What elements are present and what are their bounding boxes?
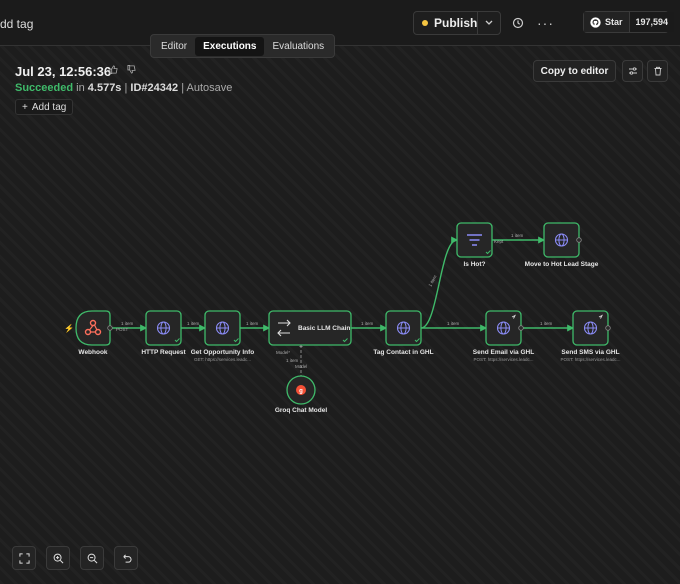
edge-tag-ishot[interactable] <box>420 236 459 329</box>
node-label: Send SMS via GHL <box>561 349 619 356</box>
zoom-out-button[interactable] <box>80 546 104 570</box>
node-label: Move to Hot Lead Stage <box>525 261 599 268</box>
node-send-email[interactable]: Send Email via GHL POST: https://service… <box>473 310 534 362</box>
svg-text:g: g <box>299 389 303 395</box>
node-label: Is Hot? <box>463 261 485 268</box>
edge-label: 1 item <box>121 321 134 326</box>
node-subtitle: POST: https://services.leadc... <box>473 357 533 362</box>
node-send-sms[interactable]: Send SMS via GHL POST: https://services.… <box>560 310 621 362</box>
node-label: Get Opportunity Info <box>191 349 255 356</box>
fit-view-icon <box>18 552 30 564</box>
node-subtitle: POST: https://services.leadc... <box>560 357 620 362</box>
edge-label: 1 item <box>511 233 524 238</box>
fit-view-button[interactable] <box>12 546 36 570</box>
node-is-hot[interactable]: Is Hot? <box>456 222 493 268</box>
node-move-to-hot-lead[interactable]: Move to Hot Lead Stage <box>525 222 599 268</box>
trigger-bolt-icon: ⚡ <box>64 323 74 333</box>
node-tag-contact[interactable]: Tag Contact in GHL <box>373 310 434 356</box>
edge-label: 1 item <box>286 358 299 363</box>
node-label: Basic LLM Chain <box>298 325 350 332</box>
edge-label: 1 item <box>427 274 437 287</box>
undo-button[interactable] <box>114 546 138 570</box>
node-webhook[interactable]: ⚡ Webhook <box>64 310 113 356</box>
node-label: Tag Contact in GHL <box>373 349 433 356</box>
node-label: Groq Chat Model <box>275 407 328 414</box>
node-label: HTTP Request <box>141 349 186 356</box>
edge-label: 1 item <box>246 321 259 326</box>
edge-label: POST <box>116 327 129 332</box>
edge-label: 1 item <box>540 321 553 326</box>
edge-label: 1 item <box>361 321 374 326</box>
node-label: Webhook <box>78 349 108 356</box>
edge-label: Model* <box>276 350 290 355</box>
node-basic-llm-chain[interactable]: Basic LLM Chain <box>268 310 352 347</box>
zoom-in-button[interactable] <box>46 546 70 570</box>
node-http-request[interactable]: HTTP Request <box>141 310 186 356</box>
node-subtitle: GET: https://services.leadc... <box>194 357 251 362</box>
node-groq-chat-model[interactable]: g Groq Chat Model <box>275 375 328 414</box>
edge-label: 1 item <box>187 321 200 326</box>
edge-label: Kept <box>494 239 504 244</box>
zoom-out-icon <box>87 553 97 563</box>
node-get-opportunity-info[interactable]: Get Opportunity Info GET: https://servic… <box>191 310 255 362</box>
zoom-in-icon <box>53 553 63 563</box>
undo-icon <box>122 553 132 563</box>
workflow-graph: 1 item POST 1 item 1 item 1 item 1 item … <box>64 222 621 414</box>
node-label: Send Email via GHL <box>473 349 534 356</box>
edge-label: 1 item <box>447 321 460 326</box>
edge-label: Model <box>295 364 307 369</box>
